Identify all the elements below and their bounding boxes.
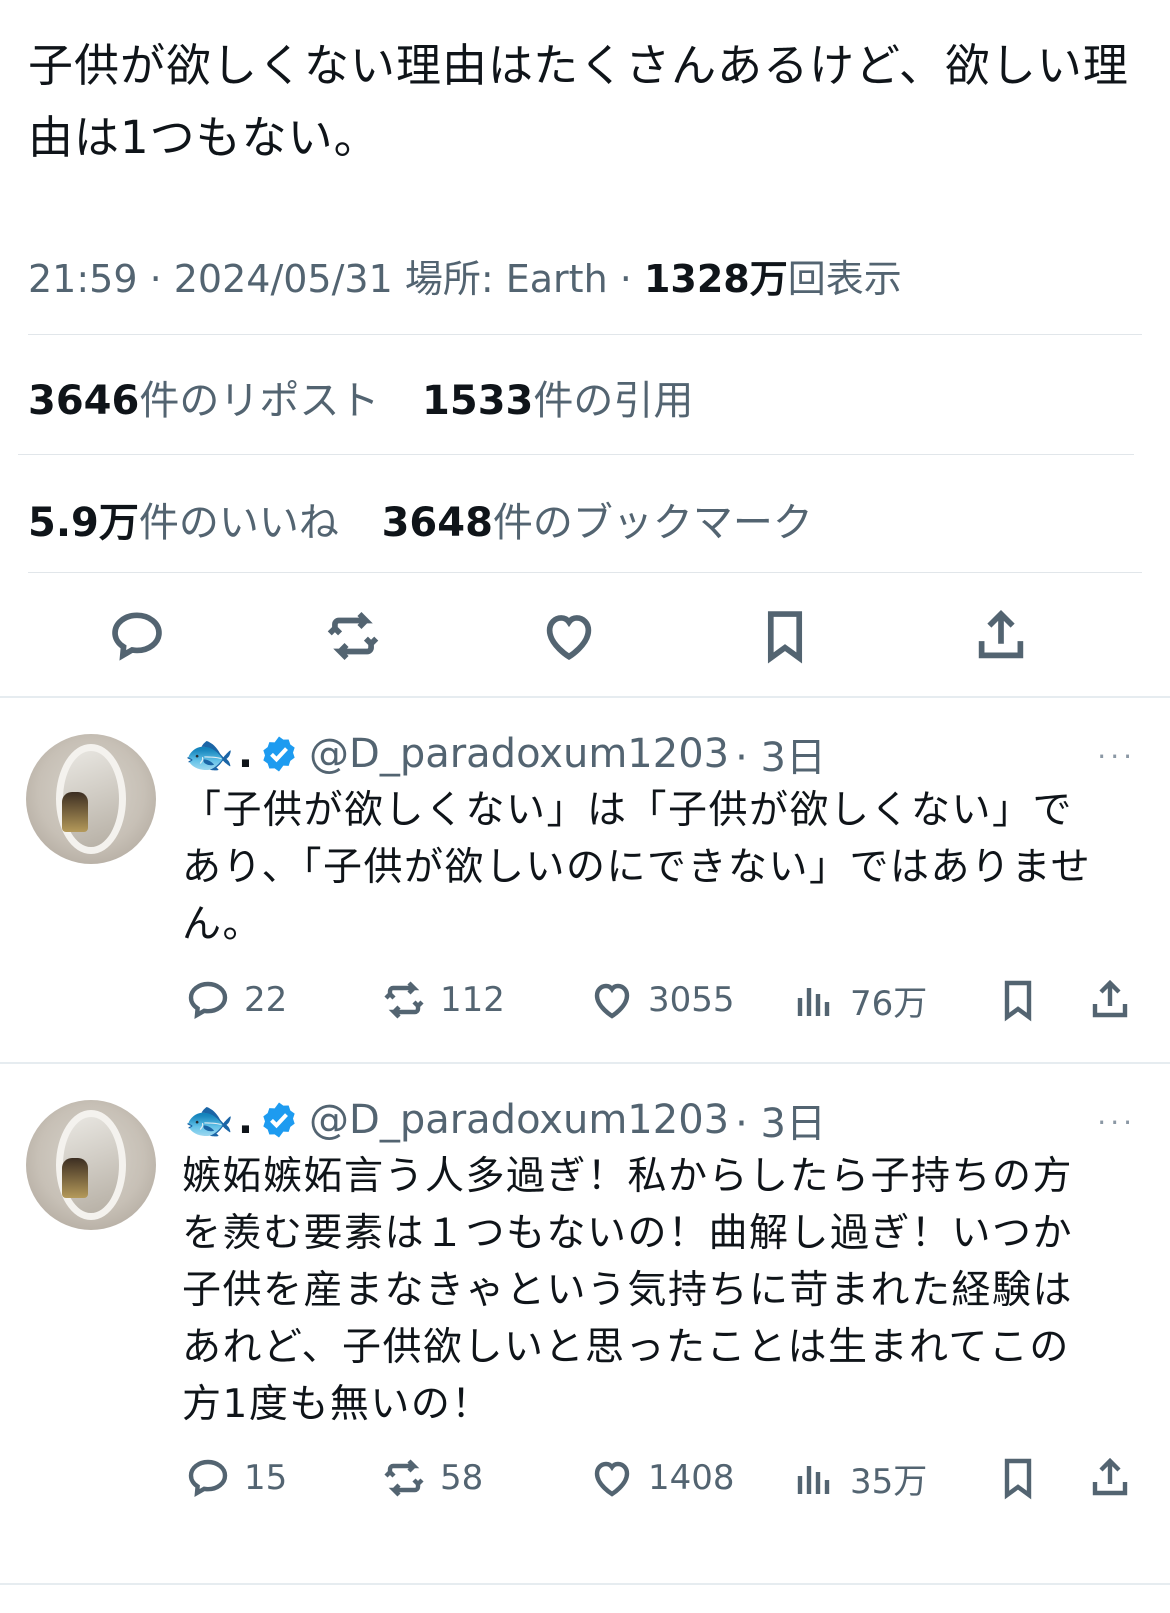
more-options-icon[interactable]: ··· <box>1097 1106 1136 1139</box>
tweet-location: 場所: Earth <box>404 257 608 301</box>
stats-row-reposts: 3646件のリポスト 1533件の引用 <box>28 368 723 426</box>
user-name-dot[interactable]: . <box>238 1097 253 1143</box>
reply-action-bar: 22 112 3055 76万 <box>0 970 1170 1030</box>
reposts-count: 3646 <box>28 378 140 424</box>
user-name-dot[interactable]: . <box>238 731 253 777</box>
repost-count: 112 <box>440 980 505 1020</box>
repost-count: 58 <box>440 1458 484 1498</box>
views-count: 76万 <box>850 983 928 1024</box>
tweet-meta: 21:59 · 2024/05/31 場所: Earth · 1328万回表示 <box>28 257 902 301</box>
reply-tweet[interactable]: 🐟 . @D_paradoxum1203 · 3日 ··· 嫉妬嫉妬言う人多過ぎ… <box>0 1092 1170 1542</box>
reply-icon <box>188 1459 228 1498</box>
views-count: 35万 <box>850 1461 928 1502</box>
avatar-figure <box>62 792 88 832</box>
reply-tweet[interactable]: 🐟 . @D_paradoxum1203 · 3日 ··· 「子供が欲しくない」… <box>0 726 1170 1062</box>
likes-count: 5.9万 <box>28 500 139 546</box>
views-icon <box>797 1466 830 1494</box>
bookmark-button[interactable] <box>994 970 1054 1030</box>
reposts-label: 件のリポスト <box>139 378 380 424</box>
bookmarks-count: 3648 <box>381 500 493 546</box>
reply-text: 「子供が欲しくない」は「子供が欲しくない」であり、「子供が欲しいのにできない」で… <box>182 788 1092 947</box>
share-icon[interactable] <box>966 598 1036 674</box>
reply-count: 22 <box>244 980 288 1020</box>
bookmark-button[interactable] <box>994 1448 1054 1508</box>
verified-badge-icon <box>263 1102 295 1138</box>
bookmark-icon <box>1004 1458 1032 1500</box>
bookmarks-link[interactable]: 3648件のブックマーク <box>382 500 843 546</box>
divider <box>0 1062 1170 1064</box>
reply-header: 🐟 . @D_paradoxum1203 · 3日 <box>184 726 826 782</box>
views-icon <box>797 988 830 1016</box>
quotes-link[interactable]: 1533件の引用 <box>422 378 723 424</box>
user-handle[interactable]: @D_paradoxum1203 <box>309 1097 729 1143</box>
bookmark-icon <box>1004 980 1032 1022</box>
divider <box>28 334 1142 335</box>
share-button[interactable] <box>1086 1448 1146 1508</box>
divider <box>0 1583 1170 1585</box>
avatar-figure <box>62 1158 88 1198</box>
tweet-text: 子供が欲しくない理由はたくさんあるけど、欲しい理由は1つもない。 <box>28 39 1129 164</box>
quotes-count: 1533 <box>422 378 534 424</box>
bookmark-icon[interactable] <box>750 598 820 674</box>
more-options-icon[interactable]: ··· <box>1097 740 1136 773</box>
reply-icon[interactable] <box>102 598 172 674</box>
tweet-action-bar <box>0 598 1170 678</box>
repost-icon <box>384 1459 424 1497</box>
divider <box>0 696 1170 698</box>
share-icon <box>1092 1457 1128 1496</box>
reply-header: 🐟 . @D_paradoxum1203 · 3日 <box>184 1092 826 1148</box>
tweet-time[interactable]: 21:59 · 2024/05/31 <box>28 257 393 301</box>
user-handle[interactable]: @D_paradoxum1203 <box>309 731 729 777</box>
reply-icon <box>188 981 228 1020</box>
like-button[interactable]: 1408 <box>588 1448 735 1508</box>
like-count: 3055 <box>648 980 735 1020</box>
repost-button[interactable]: 112 <box>380 970 505 1030</box>
avatar[interactable] <box>26 1100 156 1230</box>
tweet-views-count: 1328万 <box>643 257 788 301</box>
reply-count: 15 <box>244 1458 288 1498</box>
like-icon <box>594 1461 630 1497</box>
reposts-link[interactable]: 3646件のリポスト <box>28 378 409 424</box>
reply-text: 嫉妬嫉妬言う人多過ぎ！私からしたら子持ちの方を羨む要素は１つもないの！曲解し過ぎ… <box>182 1154 1074 1427</box>
like-count: 1408 <box>648 1458 735 1498</box>
likes-link[interactable]: 5.9万件のいいね <box>28 500 369 546</box>
views-button[interactable]: 76万 <box>790 970 927 1030</box>
repost-icon[interactable] <box>318 598 388 674</box>
share-button[interactable] <box>1086 970 1146 1030</box>
like-icon <box>594 983 630 1019</box>
repost-button[interactable]: 58 <box>380 1448 483 1508</box>
user-name-emoji[interactable]: 🐟 <box>184 1097 234 1144</box>
reply-action-bar: 15 58 1408 35万 <box>0 1448 1170 1508</box>
share-icon <box>1092 979 1128 1018</box>
reply-time[interactable]: · 3日 <box>735 1091 826 1149</box>
tweet-views-label: 回表示 <box>787 257 902 301</box>
divider <box>18 454 1134 455</box>
repost-icon <box>384 981 424 1019</box>
stats-row-likes: 5.9万件のいいね 3648件のブックマーク <box>28 490 843 548</box>
reply-time[interactable]: · 3日 <box>735 725 826 783</box>
views-button[interactable]: 35万 <box>790 1448 927 1508</box>
likes-label: 件のいいね <box>138 500 339 546</box>
divider <box>28 572 1142 573</box>
quotes-label: 件の引用 <box>533 378 694 424</box>
user-name-emoji[interactable]: 🐟 <box>184 731 234 778</box>
reply-button[interactable]: 22 <box>184 970 287 1030</box>
avatar[interactable] <box>26 734 156 864</box>
bookmarks-label: 件のブックマーク <box>492 500 813 546</box>
like-button[interactable]: 3055 <box>588 970 735 1030</box>
reply-button[interactable]: 15 <box>184 1448 287 1508</box>
verified-badge-icon <box>263 736 295 772</box>
like-icon[interactable] <box>534 598 604 674</box>
